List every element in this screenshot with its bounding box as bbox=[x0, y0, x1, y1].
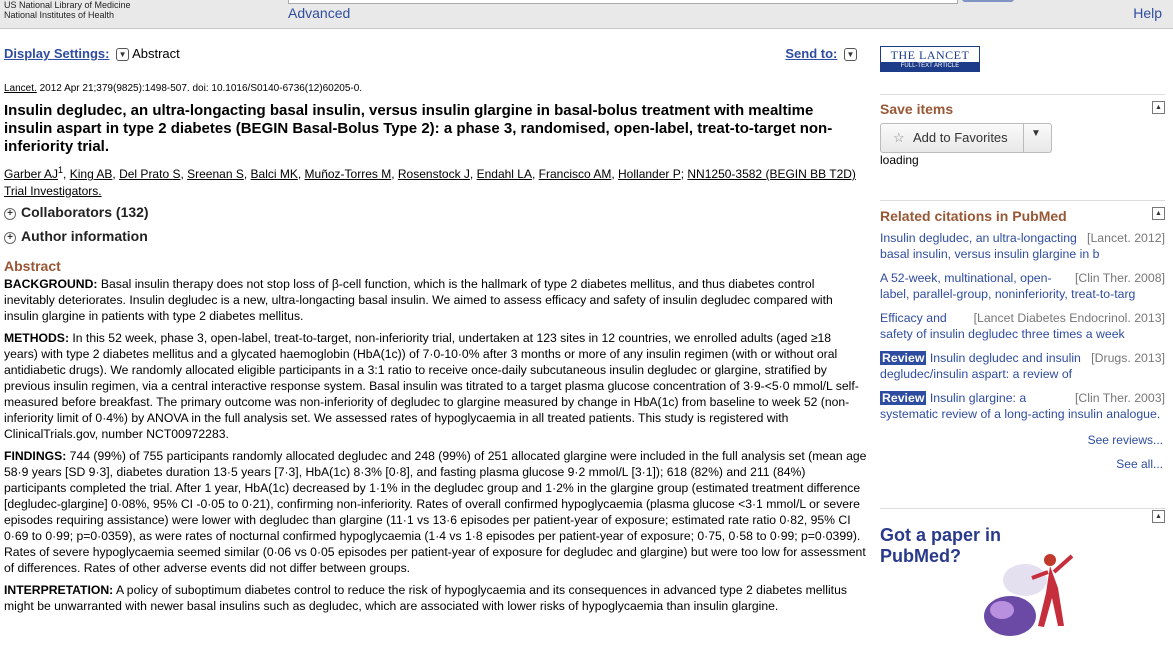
divider bbox=[880, 508, 1165, 509]
nlm-line1: US National Library of Medicine bbox=[4, 0, 131, 10]
author-affiliation-sup[interactable]: 1 bbox=[58, 165, 63, 175]
collaborators-label: Collaborators (132) bbox=[21, 204, 149, 220]
related-citation[interactable]: [Drugs. 2013] Review Insulin degludec and… bbox=[880, 350, 1165, 382]
section-text: 744 (99%) of 755 participants randomly a… bbox=[4, 449, 867, 575]
article-title: Insulin degludec, an ultra-longacting ba… bbox=[4, 102, 833, 155]
top-bar: US National Library of Medicine National… bbox=[0, 0, 1173, 29]
nlm-line2: National Institutes of Health bbox=[4, 10, 115, 20]
author-info-toggle[interactable]: + Author information bbox=[4, 228, 148, 244]
abstract-body: BACKGROUND: Basal insulin therapy does n… bbox=[4, 276, 868, 620]
author-link[interactable]: Muñoz-Torres M bbox=[305, 167, 392, 181]
send-to[interactable]: Send to: ▼ bbox=[785, 46, 860, 62]
citation-title[interactable]: Insulin degludec, an ultra-longacting ba… bbox=[880, 231, 1099, 261]
author-link[interactable]: Hollander P bbox=[618, 167, 681, 181]
chevron-down-icon[interactable]: ▼ bbox=[844, 48, 857, 62]
citation-line: Lancet. 2012 Apr 21;379(9825):1498-507. … bbox=[4, 83, 362, 94]
citation-details: 2012 Apr 21;379(9825):1498-507. doi: 10.… bbox=[36, 83, 363, 94]
search-input[interactable] bbox=[288, 0, 958, 4]
nlm-logo-text[interactable]: US National Library of Medicine National… bbox=[4, 0, 131, 20]
collaborators-toggle[interactable]: + Collaborators (132) bbox=[4, 204, 149, 220]
star-icon: ☆ bbox=[893, 130, 905, 145]
author-link[interactable]: Francisco AM bbox=[539, 167, 612, 181]
chevron-down-icon[interactable]: ▼ bbox=[116, 48, 130, 62]
author-link[interactable]: Del Prato S bbox=[119, 167, 180, 181]
author-info-label: Author information bbox=[21, 228, 148, 244]
related-citation[interactable]: [Clin Ther. 2008] A 52-week, multinationa… bbox=[880, 270, 1165, 302]
citation-source: [Lancet Diabetes Endocrinol. 2013] bbox=[971, 310, 1165, 326]
lancet-title: THE LANCET bbox=[890, 48, 970, 62]
journal-link[interactable]: Lancet. bbox=[4, 83, 37, 94]
display-settings-value: Abstract bbox=[132, 46, 180, 61]
related-citation[interactable]: [Clin Ther. 2003] Review Insulin glargine… bbox=[880, 390, 1165, 422]
loading-text: loading bbox=[880, 153, 919, 167]
collapse-icon[interactable]: ▲ bbox=[1152, 207, 1165, 220]
add-favorites-label: Add to Favorites bbox=[913, 130, 1008, 145]
search-button[interactable] bbox=[962, 0, 1014, 2]
collapse-icon[interactable]: ▲ bbox=[1152, 101, 1165, 114]
help-link[interactable]: Help bbox=[1133, 5, 1162, 21]
author-link[interactable]: Sreenan S bbox=[187, 167, 244, 181]
citation-source: [Drugs. 2013] bbox=[1089, 350, 1165, 366]
collapse-icon[interactable]: ▲ bbox=[1152, 510, 1165, 523]
citation-source: [Clin Ther. 2008] bbox=[1072, 270, 1165, 286]
display-settings-link[interactable]: Display Settings: bbox=[4, 46, 109, 61]
save-items-heading: Save items bbox=[880, 101, 954, 117]
abstract-background: BACKGROUND: Basal insulin therapy does n… bbox=[4, 276, 868, 324]
author-link[interactable]: King AB bbox=[70, 167, 113, 181]
related-citation[interactable]: [Lancet Diabetes Endocrinol. 2013] Effica… bbox=[880, 310, 1165, 342]
section-text: In this 52 week, phase 3, open-label, tr… bbox=[4, 331, 859, 441]
advanced-search-link[interactable]: Advanced bbox=[288, 5, 350, 21]
section-label: BACKGROUND: bbox=[4, 277, 98, 291]
citation-source: [Clin Ther. 2003] bbox=[1072, 390, 1165, 406]
abstract-heading: Abstract bbox=[4, 258, 61, 274]
review-badge: Review bbox=[880, 391, 927, 405]
author-link[interactable]: Endahl LA bbox=[477, 167, 532, 181]
related-citations-heading: Related citations in PubMed bbox=[880, 208, 1067, 224]
section-label: INTERPRETATION: bbox=[4, 583, 114, 597]
see-all-link[interactable]: See all... bbox=[1116, 457, 1163, 471]
got-paper-line1: Got a paper in bbox=[880, 525, 1002, 545]
divider bbox=[880, 94, 1165, 95]
send-to-link[interactable]: Send to: bbox=[785, 46, 837, 61]
add-to-favorites-button[interactable]: ☆ Add to Favorites ▼ bbox=[880, 123, 1052, 153]
author-link[interactable]: Rosenstock J bbox=[398, 167, 470, 181]
abstract-interpretation: INTERPRETATION: A policy of suboptimum d… bbox=[4, 582, 868, 614]
lancet-fulltext-link[interactable]: THE LANCET FULL-TEXT ARTICLE bbox=[880, 46, 980, 72]
citation-source: [Lancet. 2012] bbox=[1085, 230, 1165, 246]
dropdown-arrow-icon[interactable]: ▼ bbox=[1031, 128, 1041, 139]
plus-icon: + bbox=[4, 208, 16, 220]
abstract-findings: FINDINGS: 744 (99%) of 755 participants … bbox=[4, 448, 868, 576]
divider bbox=[1023, 124, 1024, 152]
related-citation[interactable]: [Lancet. 2012] Insulin degludec, an ultra… bbox=[880, 230, 1165, 262]
author-link[interactable]: Garber AJ bbox=[4, 167, 58, 181]
review-badge: Review bbox=[880, 351, 927, 365]
see-reviews-link[interactable]: See reviews... bbox=[1088, 433, 1163, 447]
section-text: A policy of suboptimum diabetes control … bbox=[4, 583, 847, 613]
section-label: METHODS: bbox=[4, 331, 69, 345]
author-list: Garber AJ1, King AB, Del Prato S, Sreena… bbox=[4, 165, 856, 198]
display-settings: Display Settings: ▼ Abstract bbox=[4, 46, 180, 62]
section-label: FINDINGS: bbox=[4, 449, 67, 463]
pubmed-figure-illustration bbox=[984, 554, 1074, 636]
plus-icon: + bbox=[4, 232, 16, 244]
divider bbox=[880, 200, 1165, 201]
section-text: Basal insulin therapy does not stop loss… bbox=[4, 277, 833, 323]
abstract-methods: METHODS: In this 52 week, phase 3, open-… bbox=[4, 330, 868, 442]
lancet-subtitle: FULL-TEXT ARTICLE bbox=[881, 62, 979, 71]
author-link[interactable]: Balci MK bbox=[251, 167, 298, 181]
